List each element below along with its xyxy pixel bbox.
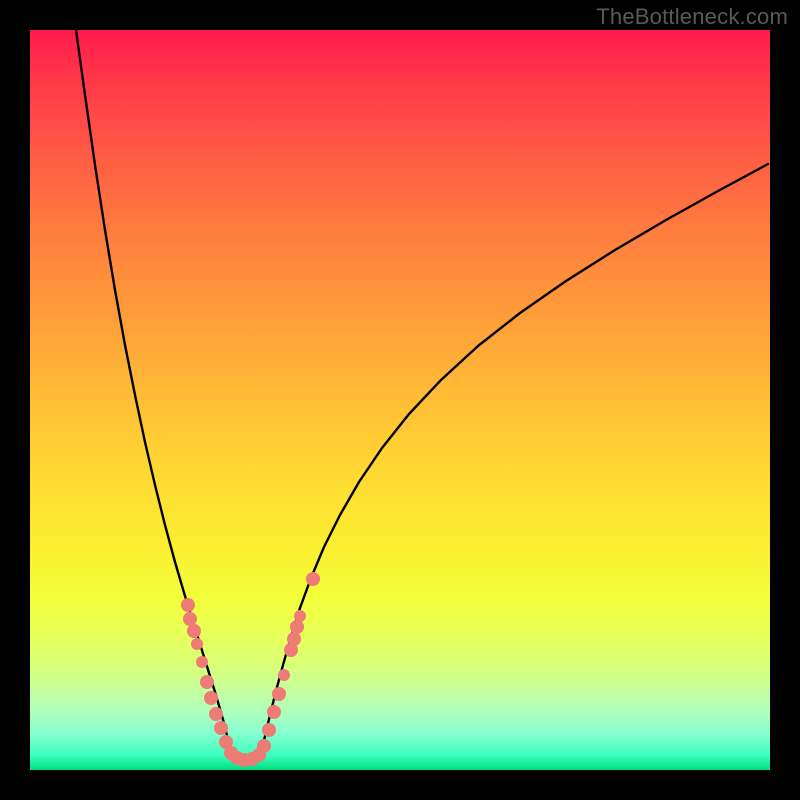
marker-dot (191, 638, 203, 650)
marker-dot (306, 572, 320, 586)
marker-dot (187, 624, 201, 638)
marker-dot (183, 612, 197, 626)
marker-dot (290, 620, 304, 634)
chart-frame: TheBottleneck.com (0, 0, 800, 800)
curve-left-curve (76, 30, 230, 750)
watermark-text: TheBottleneck.com (596, 4, 788, 30)
gradient-plot-area (30, 30, 770, 770)
marker-dot (278, 669, 290, 681)
curve-right-curve (262, 164, 768, 750)
marker-dot (181, 598, 195, 612)
marker-dot (272, 687, 286, 701)
bottleneck-curves (76, 30, 768, 760)
marker-dot (257, 739, 271, 753)
marker-dot (204, 691, 218, 705)
marker-dot (200, 675, 214, 689)
marker-dot (267, 705, 281, 719)
marker-dot (196, 656, 208, 668)
marker-dot (214, 721, 228, 735)
marker-dot (287, 632, 301, 646)
marker-dot (262, 723, 276, 737)
marker-dot (209, 707, 223, 721)
data-markers (181, 572, 320, 767)
marker-dot (294, 610, 306, 622)
curve-overlay (30, 30, 770, 770)
